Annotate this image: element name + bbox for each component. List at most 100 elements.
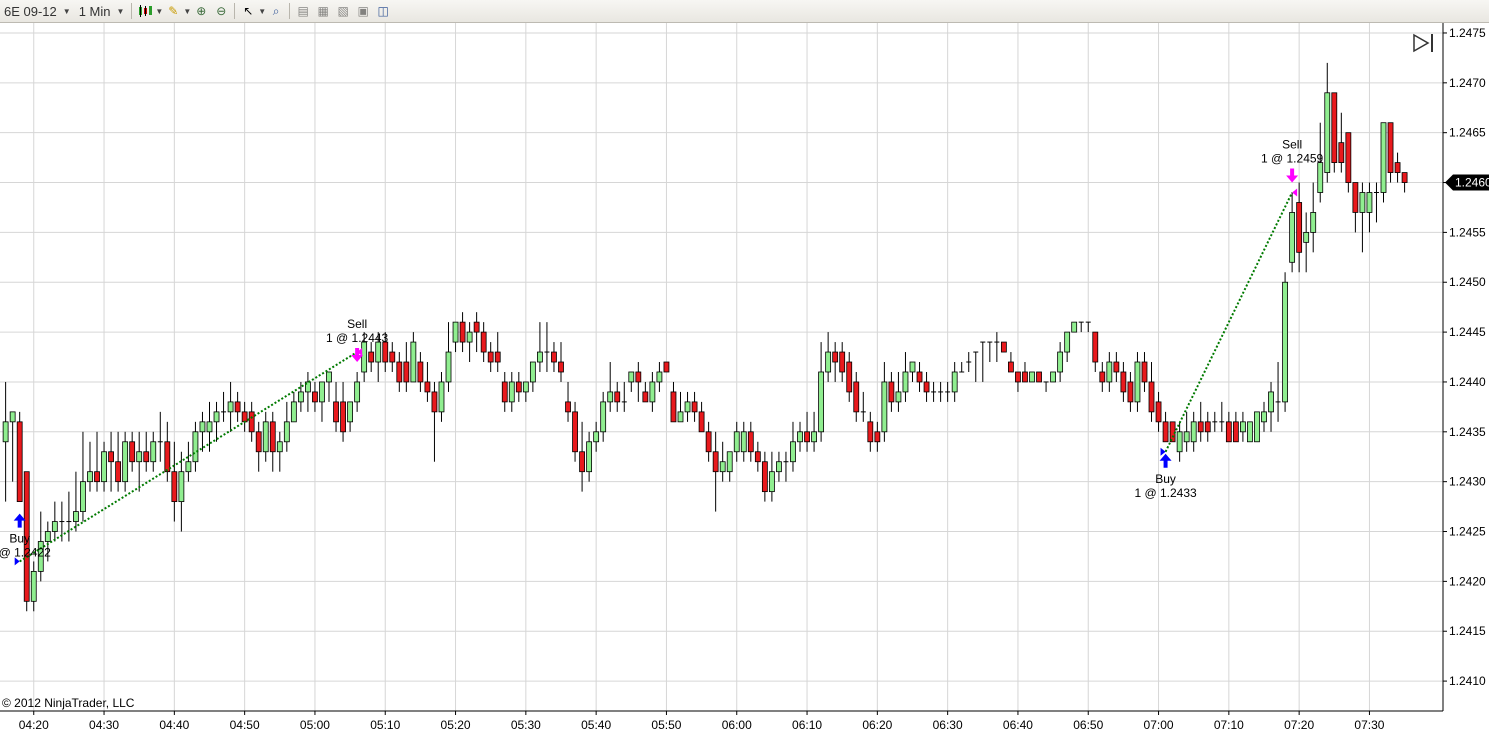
candle-down [1162,421,1169,443]
chevron-down-icon: ▼ [62,6,71,16]
candle-down [255,431,262,453]
chevron-down-icon[interactable]: ▼ [258,7,266,16]
candle-up [101,451,107,483]
candle-up [73,511,79,522]
y-tick-label: 1.2450 [1449,275,1486,289]
candle-down [340,401,346,433]
candle-down [312,391,318,403]
magnify-icon[interactable]: ⌕ [268,3,284,19]
x-tick-label: 04:30 [89,718,119,732]
candle-up [529,361,536,383]
candle-down [747,431,754,453]
scroll-to-end-icon[interactable] [1413,33,1433,53]
candle-down [164,441,171,473]
instrument-selector[interactable]: 6E 09-12 ▼ [0,2,75,20]
data-box-icon[interactable]: ▦ [315,3,331,19]
candle-up [1254,411,1260,443]
instrument-label: 6E 09-12 [4,3,57,19]
candle-up [354,381,361,403]
chevron-down-icon[interactable]: ▼ [155,7,163,16]
candle-up [80,481,86,512]
chevron-down-icon[interactable]: ▼ [183,7,191,16]
candle-down [1148,381,1155,413]
toolbar-divider [289,3,291,19]
x-tick-label: 06:30 [933,718,963,732]
candle-up [1366,192,1373,213]
candle-up [1324,92,1331,173]
candle-down [1345,132,1352,183]
indicators-icon[interactable]: ◫ [375,3,391,19]
candle-down [558,361,564,373]
candle-down [431,391,438,413]
x-tick-label: 05:10 [370,718,400,732]
candle-down [916,371,923,383]
candle-down [551,351,557,363]
copyright-text: © 2012 NinjaTrader, LLC [2,696,135,710]
candle-up [733,431,740,453]
x-tick-label: 07:10 [1214,718,1244,732]
candle-down [846,361,853,393]
y-tick-label: 1.2430 [1449,475,1486,489]
candle-up [1134,361,1141,403]
candle-up [1310,212,1317,233]
candle-down [480,331,487,353]
candle-up [600,401,607,433]
properties-icon[interactable]: ▤ [295,3,311,19]
candle-up [593,431,600,443]
candle-down [1232,421,1239,443]
buy-detail: 1 @ 1.2422 [0,546,51,560]
candle-down [1352,182,1359,213]
candle-down [712,451,719,473]
candle-down [115,461,122,483]
candle-up [150,441,157,463]
candle-up [297,391,304,403]
x-tick-label: 05:00 [300,718,330,732]
candle-down [403,361,410,383]
candlestick-icon[interactable] [137,3,153,19]
interval-selector[interactable]: 1 Min ▼ [75,2,129,20]
candle-down [501,381,508,403]
instrument-icon[interactable]: ▧ [335,3,351,19]
sell-label: Sell [347,317,367,331]
zoom-in-icon[interactable]: ⊕ [193,3,209,19]
candle-down [368,351,375,363]
candle-down [1387,122,1394,173]
candle-down [248,411,255,433]
candle-up [1261,411,1267,423]
candle-up [628,371,635,383]
candle-up [136,451,143,463]
x-tick-label: 05:50 [651,718,681,732]
candle-down [832,351,839,363]
candle-up [825,351,832,373]
candle-up [790,441,796,463]
x-tick-label: 07:00 [1144,718,1174,732]
candle-up [607,391,614,403]
candle-up [537,351,543,363]
candle-down [1008,361,1014,373]
candle-down [698,411,705,433]
pencil-draw-icon[interactable]: ✎ [165,3,181,19]
candle-down [1120,371,1127,393]
candle-up [1359,192,1366,213]
candle-down [705,431,712,453]
chart-toolbar: 6E 09-12 ▼ 1 Min ▼ ▼ ✎ ▼ ⊕ ⊖ ↖ ▼ ⌕ ▤ ▦ ▧… [0,0,1489,23]
candle-down [572,411,578,453]
grid [0,23,1443,711]
candle-down [1099,371,1106,383]
toolbar-divider [234,3,236,19]
candle-up [347,401,353,423]
candle-down [867,421,874,443]
x-tick-label: 06:50 [1073,718,1103,732]
y-tick-label: 1.2415 [1449,624,1486,638]
candle-up [1282,281,1288,403]
x-tick-label: 05:20 [441,718,471,732]
candle-up [818,371,825,433]
candle-down [94,471,100,483]
cursor-icon[interactable]: ↖ [240,3,256,19]
zoom-out-icon[interactable]: ⊖ [213,3,229,19]
candle-up [44,531,51,542]
candle-up [684,401,691,413]
price-chart[interactable]: Buy1 @ 1.24221 @ 1.2443SellBuy1 @ 1.2433… [0,23,1489,742]
candle-down [382,341,389,363]
strategies-icon[interactable]: ▣ [355,3,371,19]
